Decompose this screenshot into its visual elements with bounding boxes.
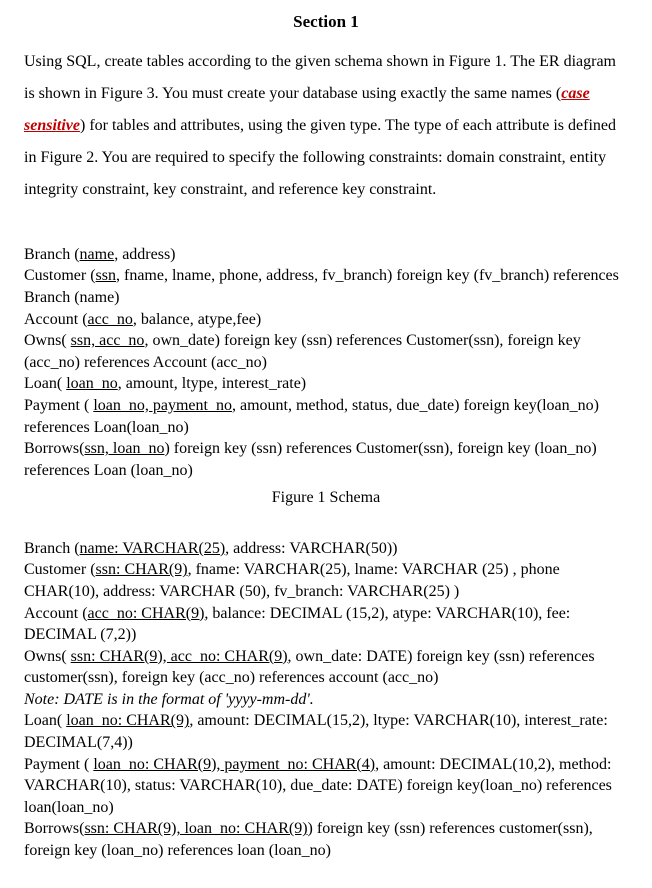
loan-pre: Loan( bbox=[24, 375, 66, 392]
schema-figure1: Branch (name, address) Customer (ssn, fn… bbox=[24, 244, 628, 482]
loan2-pre: Loan( bbox=[24, 712, 66, 729]
payment-pre: Payment ( bbox=[24, 397, 93, 414]
loan-key: loan_no bbox=[66, 375, 118, 392]
borrows-key: ssn, loan_no bbox=[84, 440, 164, 457]
schema2-account: Account (acc_no: CHAR(9), balance: DECIM… bbox=[24, 603, 628, 646]
schema1-owns: Owns( ssn, acc_no, own_date) foreign key… bbox=[24, 330, 628, 373]
customer2-pre: Customer ( bbox=[24, 561, 96, 578]
branch2-post: , address: VARCHAR(50)) bbox=[225, 540, 397, 557]
schema-figure2: Branch (name: VARCHAR(25), address: VARC… bbox=[24, 538, 628, 862]
intro-paragraph: Using SQL, create tables according to th… bbox=[24, 46, 628, 206]
schema2-branch: Branch (name: VARCHAR(25), address: VARC… bbox=[24, 538, 628, 560]
customer2-key: ssn: CHAR(9) bbox=[96, 561, 188, 578]
branch-post: , address) bbox=[114, 246, 175, 263]
figure1-caption: Figure 1 Schema bbox=[24, 487, 628, 509]
borrows2-pre: Borrows( bbox=[24, 820, 84, 837]
branch2-key: name: VARCHAR(25) bbox=[80, 540, 226, 557]
payment2-pre: Payment ( bbox=[24, 756, 93, 773]
owns2-key: ssn: CHAR(9), acc_no: CHAR(9) bbox=[71, 648, 288, 665]
intro-text-part1: Using SQL, create tables according to th… bbox=[24, 53, 616, 102]
schema2-owns: Owns( ssn: CHAR(9), acc_no: CHAR(9), own… bbox=[24, 646, 628, 689]
owns2-pre: Owns( bbox=[24, 648, 71, 665]
schema1-customer: Customer (ssn, fname, lname, phone, addr… bbox=[24, 265, 628, 308]
schema2-customer: Customer (ssn: CHAR(9), fname: VARCHAR(2… bbox=[24, 559, 628, 602]
owns-pre: Owns( bbox=[24, 332, 71, 349]
owns-key: ssn, acc_no bbox=[71, 332, 145, 349]
branch-pre: Branch ( bbox=[24, 246, 80, 263]
schema1-loan: Loan( loan_no, amount, ltype, interest_r… bbox=[24, 373, 628, 395]
account-pre: Account ( bbox=[24, 311, 88, 328]
schema1-borrows: Borrows(ssn, loan_no) foreign key (ssn) … bbox=[24, 438, 628, 481]
branch2-pre: Branch ( bbox=[24, 540, 80, 557]
schema2-borrows: Borrows(ssn: CHAR(9), loan_no: CHAR(9)) … bbox=[24, 818, 628, 861]
borrows-pre: Borrows( bbox=[24, 440, 84, 457]
account-post: , balance, atype,fee) bbox=[133, 311, 261, 328]
schema2-note: Note: DATE is in the format of 'yyyy-mm-… bbox=[24, 689, 628, 711]
schema2-payment: Payment ( loan_no: CHAR(9), payment_no: … bbox=[24, 754, 628, 819]
account2-pre: Account ( bbox=[24, 605, 88, 622]
account-key: acc_no bbox=[88, 311, 133, 328]
intro-text-part2: ) for tables and attributes, using the g… bbox=[24, 117, 616, 198]
customer-key: ssn bbox=[96, 267, 116, 284]
section-title: Section 1 bbox=[24, 10, 628, 34]
customer-pre: Customer ( bbox=[24, 267, 96, 284]
schema2-loan: Loan( loan_no: CHAR(9), amount: DECIMAL(… bbox=[24, 710, 628, 753]
borrows2-key: ssn: CHAR(9), loan_no: CHAR(9) bbox=[84, 820, 307, 837]
payment-key: loan_no, payment_no bbox=[93, 397, 232, 414]
schema1-payment: Payment ( loan_no, payment_no, amount, m… bbox=[24, 395, 628, 438]
schema1-account: Account (acc_no, balance, atype,fee) bbox=[24, 309, 628, 331]
loan-post: , amount, ltype, interest_rate) bbox=[118, 375, 306, 392]
payment2-key: loan_no: CHAR(9), payment_no: CHAR(4) bbox=[93, 756, 375, 773]
schema1-branch: Branch (name, address) bbox=[24, 244, 628, 266]
loan2-key: loan_no: CHAR(9) bbox=[66, 712, 189, 729]
account2-key: acc_no: CHAR(9) bbox=[88, 605, 205, 622]
branch-key: name bbox=[80, 246, 115, 263]
